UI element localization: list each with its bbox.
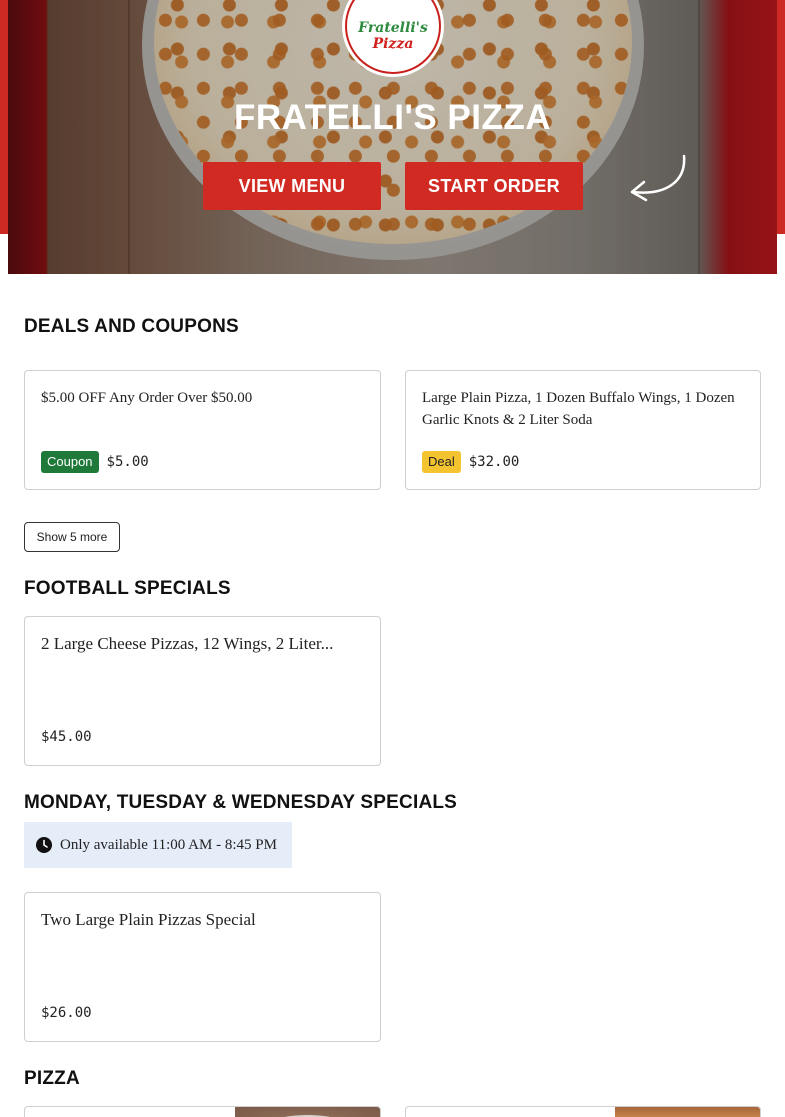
- mtw-section-title: MONDAY, TUESDAY & WEDNESDAY SPECIALS: [24, 792, 458, 813]
- deal-price: $32.00: [468, 454, 520, 470]
- clock-icon: [36, 837, 52, 853]
- pizza-section-title: PIZZA: [24, 1068, 80, 1089]
- logo-text-line1: Fratelli's: [358, 20, 428, 36]
- menu-item-price: $45.00: [41, 729, 92, 745]
- restaurant-title: FRATELLI'S PIZZA: [233, 98, 552, 137]
- deal-price-row: Deal $32.00: [422, 451, 519, 473]
- football-section-title: FOOTBALL SPECIALS: [24, 578, 231, 599]
- availability-notice: Only available 11:00 AM - 8:45 PM: [24, 822, 292, 868]
- deal-badge: Deal: [422, 451, 461, 473]
- coupon-badge: Coupon: [41, 451, 99, 473]
- menu-item-thumbnail: [615, 1107, 760, 1117]
- deal-price: $5.00: [106, 454, 149, 470]
- view-menu-button[interactable]: VIEW MENU: [203, 162, 381, 210]
- show-more-button[interactable]: Show 5 more: [24, 522, 120, 552]
- menu-item-card[interactable]: [405, 1106, 761, 1117]
- menu-item-card[interactable]: 2 Large Cheese Pizzas, 12 Wings, 2 Liter…: [24, 616, 381, 766]
- deal-card-title: $5.00 OFF Any Order Over $50.00: [41, 390, 253, 406]
- menu-item-price: $26.00: [41, 1005, 92, 1021]
- deal-price-row: Coupon $5.00: [41, 451, 149, 473]
- curved-arrow-icon: [630, 154, 686, 202]
- menu-item-title: 2 Large Cheese Pizzas, 12 Wings, 2 Liter…: [41, 634, 334, 653]
- menu-item-thumbnail: [235, 1107, 380, 1117]
- logo-text-line2: Pizza: [372, 36, 414, 52]
- menu-item-title: Two Large Plain Pizzas Special: [41, 910, 256, 929]
- deals-section-title: DEALS AND COUPONS: [24, 316, 239, 337]
- menu-item-card[interactable]: Two Large Plain Pizzas Special $26.00: [24, 892, 381, 1042]
- menu-item-price-row: $45.00: [41, 729, 92, 745]
- deal-card[interactable]: $5.00 OFF Any Order Over $50.00 Coupon $…: [24, 370, 381, 490]
- availability-text: Only available 11:00 AM - 8:45 PM: [60, 836, 277, 853]
- menu-item-card[interactable]: [24, 1106, 381, 1117]
- menu-item-price-row: $26.00: [41, 1005, 92, 1021]
- deal-card[interactable]: Large Plain Pizza, 1 Dozen Buffalo Wings…: [405, 370, 761, 490]
- deal-card-title: Large Plain Pizza, 1 Dozen Buffalo Wings…: [422, 390, 735, 428]
- start-order-button[interactable]: START ORDER: [405, 162, 583, 210]
